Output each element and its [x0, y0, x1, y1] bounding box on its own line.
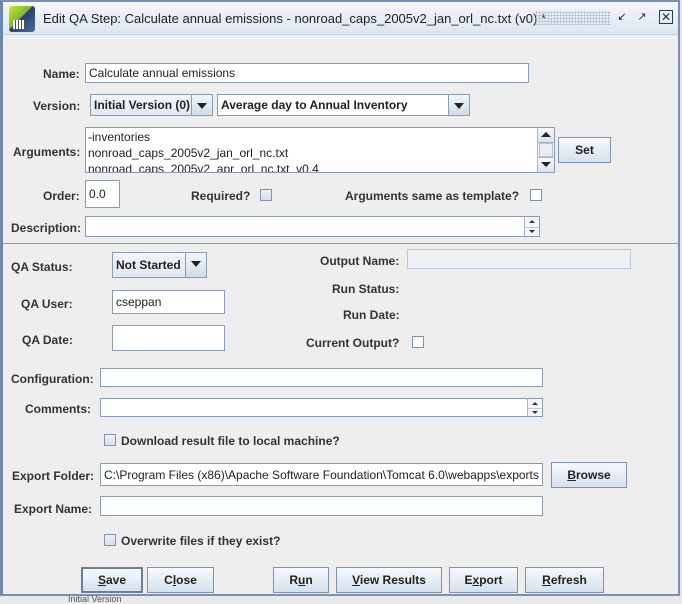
output-name-input — [407, 249, 631, 269]
description-spinner[interactable] — [524, 217, 539, 236]
run-button[interactable]: Run — [273, 567, 329, 593]
qa-status-select[interactable]: Not Started — [112, 252, 207, 278]
configuration-label: Configuration: — [11, 372, 94, 386]
export-pre: E — [464, 573, 473, 587]
args-same-label: Arguments same as template? — [345, 189, 520, 203]
export-folder-label: Export Folder: — [12, 469, 95, 483]
output-name-label: Output Name: — [320, 254, 400, 268]
export-name-label: Export Name: — [14, 502, 93, 516]
chevron-down-icon[interactable] — [185, 253, 206, 277]
section-divider — [3, 243, 678, 244]
maximize-icon[interactable]: ↗ — [635, 10, 649, 24]
export-button[interactable]: Export — [449, 567, 518, 593]
qa-user-input[interactable]: cseppan — [112, 290, 225, 314]
view-results-rest: iew Results — [359, 573, 426, 587]
description-label: Description: — [11, 221, 82, 235]
edit-qa-step-dialog: Edit QA Step: Calculate annual emissions… — [0, 0, 680, 596]
description-input[interactable] — [85, 216, 540, 237]
qa-date-input[interactable] — [112, 325, 225, 351]
refresh-mnemonic: R — [542, 573, 551, 587]
overwrite-checkbox[interactable] — [104, 534, 116, 546]
run-rest: n — [305, 573, 313, 587]
browse-button[interactable]: Browse — [551, 462, 627, 488]
argument-line: nonroad_caps_2005v2_apr_orl_nc.txt_v0.4 — [88, 162, 319, 173]
current-output-checkbox[interactable] — [412, 336, 424, 348]
browse-mnemonic: B — [567, 468, 576, 482]
view-results-button[interactable]: View Results — [336, 567, 442, 593]
save-mnemonic: S — [97, 573, 106, 587]
iconify-icon[interactable]: ↙ — [615, 10, 629, 24]
browse-label: rowse — [575, 468, 611, 482]
qa-status-value: Not Started — [116, 258, 181, 272]
order-label: Order: — [43, 189, 80, 203]
refresh-button[interactable]: Refresh — [525, 567, 604, 593]
export-folder-input[interactable]: C:\Program Files (x86)\Apache Software F… — [100, 463, 543, 486]
close-icon[interactable]: ✕ — [659, 10, 673, 24]
version-select[interactable]: Initial Version (0) — [90, 94, 213, 116]
save-rest: ave — [105, 573, 127, 587]
argument-line: nonroad_caps_2005v2_jan_orl_nc.txt — [88, 146, 289, 160]
name-label: Name: — [43, 67, 80, 81]
argument-line: -inventories — [88, 130, 151, 144]
download-checkbox[interactable] — [104, 434, 116, 446]
save-button[interactable]: Save — [81, 567, 143, 593]
scroll-up-icon[interactable] — [538, 128, 554, 143]
background-window-peek: Initial Version — [0, 594, 682, 604]
scroll-down-icon[interactable] — [538, 157, 554, 172]
current-output-label: Current Output? — [306, 336, 400, 350]
program-value: Average day to Annual Inventory — [221, 98, 408, 112]
title-bar[interactable]: Edit QA Step: Calculate annual emissions… — [3, 2, 678, 35]
scroll-down-icon[interactable] — [525, 227, 539, 237]
close-button[interactable]: Close — [147, 567, 214, 593]
title-grip — [535, 11, 611, 25]
program-select[interactable]: Average day to Annual Inventory — [217, 94, 470, 116]
version-value: Initial Version (0) — [94, 98, 191, 112]
qa-user-label: QA User: — [21, 297, 73, 311]
export-name-input[interactable] — [100, 496, 543, 516]
version-label: Version: — [33, 99, 81, 113]
scroll-thumb[interactable] — [539, 143, 553, 157]
scroll-down-icon[interactable] — [528, 408, 542, 417]
required-checkbox[interactable] — [260, 189, 272, 201]
name-input[interactable]: Calculate annual emissions — [85, 63, 529, 83]
refresh-rest: efresh — [550, 573, 587, 587]
close-pre: C — [164, 573, 173, 587]
qa-status-label: QA Status: — [11, 260, 73, 274]
comments-spinner[interactable] — [527, 399, 542, 416]
overwrite-label: Overwrite files if they exist? — [121, 534, 281, 548]
arguments-scrollbar[interactable] — [537, 128, 554, 172]
app-icon — [9, 6, 35, 32]
view-results-mnemonic: V — [352, 573, 360, 587]
comments-label: Comments: — [25, 402, 92, 416]
comments-input[interactable] — [100, 398, 543, 417]
set-button[interactable]: Set — [558, 137, 611, 163]
chevron-down-icon[interactable] — [191, 95, 212, 115]
qa-date-label: QA Date: — [22, 333, 73, 347]
run-date-label: Run Date: — [343, 308, 400, 322]
arguments-textarea[interactable]: -inventories nonroad_caps_2005v2_jan_orl… — [85, 127, 555, 173]
run-status-label: Run Status: — [332, 282, 400, 296]
run-pre: R — [289, 573, 298, 587]
args-same-checkbox[interactable] — [530, 189, 542, 201]
chevron-down-icon[interactable] — [448, 95, 469, 115]
close-rest: ose — [176, 573, 197, 587]
required-label: Required? — [191, 189, 251, 203]
order-input[interactable]: 0.0 — [85, 180, 120, 208]
background-text: Initial Version — [68, 594, 122, 604]
configuration-input[interactable] — [100, 368, 543, 387]
window-title: Edit QA Step: Calculate annual emissions… — [43, 11, 546, 26]
arguments-label: Arguments: — [13, 145, 81, 159]
export-rest: port — [479, 573, 503, 587]
download-label: Download result file to local machine? — [121, 434, 340, 448]
